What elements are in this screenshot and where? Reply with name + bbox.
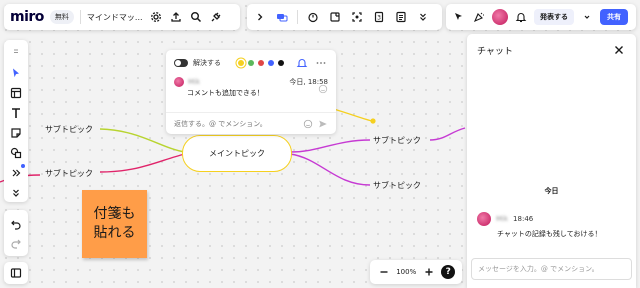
history-toolbar: [4, 210, 28, 256]
comment-body: コメントも追加できる！: [166, 84, 336, 98]
chat-header: チャット: [467, 34, 636, 66]
comment-popup: 解決する Mik 今日, 18:58 コメントも追加できる！ 返信する。@ でメ…: [166, 50, 336, 134]
present-options-chevron-icon[interactable]: [580, 10, 594, 24]
celebrate-party-icon[interactable]: [472, 10, 486, 24]
chat-author-name: Mik: [496, 215, 509, 223]
notification-bell-icon[interactable]: [514, 10, 528, 24]
connector-right-top: [289, 139, 371, 153]
resolve-toggle[interactable]: [174, 59, 188, 67]
user-avatar[interactable]: [492, 9, 508, 25]
select-cursor-icon[interactable]: [7, 64, 25, 81]
sticky-note-icon[interactable]: [7, 124, 25, 141]
zoom-out-icon[interactable]: [377, 265, 391, 279]
connector-right-bottom: [289, 153, 371, 186]
svg-text:3: 3: [377, 15, 381, 22]
miro-logo[interactable]: miro: [10, 9, 44, 25]
central-topic[interactable]: メイントピック: [182, 135, 292, 172]
chat-message-text: チャットの記録も残しておける！: [497, 230, 602, 238]
chat-input-placeholder: メッセージを入力。@ でメンション。: [478, 265, 599, 273]
comment-header: 解決する: [166, 50, 336, 74]
sticky-line-2: 貼れる: [93, 225, 136, 241]
reply-placeholder: 返信する。@ でメンション。: [174, 119, 267, 128]
divider: [297, 10, 298, 24]
plan-badge[interactable]: 無料: [49, 10, 74, 24]
subtopic-right-1[interactable]: サブトピック: [373, 135, 421, 146]
new-tools-indicator: [21, 164, 25, 168]
chat-message: Mik 18:46 チャットの記録も残しておける！: [477, 212, 627, 239]
divider: [79, 10, 81, 24]
sticky-line-1: 付箋も: [93, 206, 136, 222]
emoji-icon[interactable]: [303, 119, 313, 129]
add-reaction-icon[interactable]: [318, 84, 328, 94]
color-blue[interactable]: [268, 60, 274, 66]
anchor-dot: [370, 118, 376, 124]
resolve-label: 解決する: [193, 59, 221, 67]
color-yellow[interactable]: [238, 60, 244, 66]
color-red[interactable]: [258, 60, 264, 66]
chevron-right-icon[interactable]: [253, 10, 267, 24]
template-icon[interactable]: [7, 84, 25, 101]
connector-left-bottom: [99, 153, 186, 173]
counter-icon[interactable]: 3: [372, 10, 386, 24]
color-picker: [238, 60, 284, 66]
notes-icon[interactable]: [394, 10, 408, 24]
board-name[interactable]: マインドマッ...: [87, 12, 143, 23]
zoom-level[interactable]: 100%: [396, 268, 416, 276]
undo-icon[interactable]: [9, 217, 23, 231]
cursor-follow-icon[interactable]: [452, 10, 466, 24]
subtopic-right-2[interactable]: サブトピック: [373, 180, 421, 191]
chat-message-header: Mik 18:46: [477, 212, 627, 226]
sidebar-panel-icon[interactable]: [9, 266, 23, 280]
more-options-icon[interactable]: [314, 56, 328, 70]
close-icon[interactable]: [612, 43, 626, 57]
connector-comment-anchor: [329, 107, 373, 122]
text-icon[interactable]: [7, 104, 25, 121]
chat-message-time: 18:46: [513, 215, 534, 223]
comment-author-row: Mik 今日, 18:58: [166, 74, 336, 87]
comment-text: コメントも追加できる！: [187, 89, 264, 97]
reactions-chat-icon[interactable]: [275, 10, 289, 24]
settings-gear-icon[interactable]: [149, 10, 163, 24]
present-button[interactable]: 発表する: [534, 9, 574, 25]
upload-export-icon[interactable]: [169, 10, 183, 24]
subtopic-left-2[interactable]: サブトピック: [45, 168, 93, 179]
send-icon[interactable]: [318, 119, 328, 129]
frames-icon[interactable]: [328, 10, 342, 24]
sticky-note[interactable]: 付箋も 貼れる: [82, 190, 147, 258]
shapes-icon[interactable]: [7, 144, 25, 161]
chat-author-avatar: [477, 212, 491, 226]
chat-input[interactable]: メッセージを入力。@ でメンション。: [471, 258, 632, 280]
comment-author-name: Mik: [188, 78, 201, 86]
notification-bell-icon[interactable]: [295, 56, 309, 70]
comment-author-avatar: [174, 77, 184, 87]
panels-toolbar: [4, 262, 28, 284]
redo-icon[interactable]: [9, 236, 23, 250]
subtopic-left-1[interactable]: サブトピック: [45, 124, 93, 135]
creation-toolbar: [4, 40, 28, 202]
chat-panel: チャット 今日 Mik 18:46 チャットの記録も残しておける！ メッセージを…: [467, 34, 636, 288]
zoom-in-icon[interactable]: [422, 265, 436, 279]
central-topic-label: メイントピック: [209, 149, 265, 158]
chevron-down-icon[interactable]: [7, 184, 25, 201]
chevron-double-down-icon[interactable]: [416, 10, 430, 24]
focus-icon[interactable]: [350, 10, 364, 24]
grip-icon[interactable]: [7, 44, 25, 61]
collaboration-toolbar: 3: [247, 4, 442, 30]
connector-right-top-branch: [429, 127, 466, 141]
chat-title: チャット: [477, 46, 513, 57]
share-button[interactable]: 共有: [600, 9, 628, 25]
zoom-controls: 100% ?: [370, 260, 462, 284]
timer-icon[interactable]: [306, 10, 320, 24]
reply-input[interactable]: 返信する。@ でメンション。: [166, 112, 336, 134]
color-black[interactable]: [278, 60, 284, 66]
chat-day-separator: 今日: [544, 187, 559, 195]
help-button[interactable]: ?: [441, 265, 456, 279]
integrations-plug-icon[interactable]: [209, 10, 223, 24]
board-header: miro 無料 マインドマッ...: [4, 4, 240, 30]
color-green[interactable]: [248, 60, 254, 66]
user-toolbar: 発表する 共有: [446, 4, 636, 30]
search-icon[interactable]: [189, 10, 203, 24]
